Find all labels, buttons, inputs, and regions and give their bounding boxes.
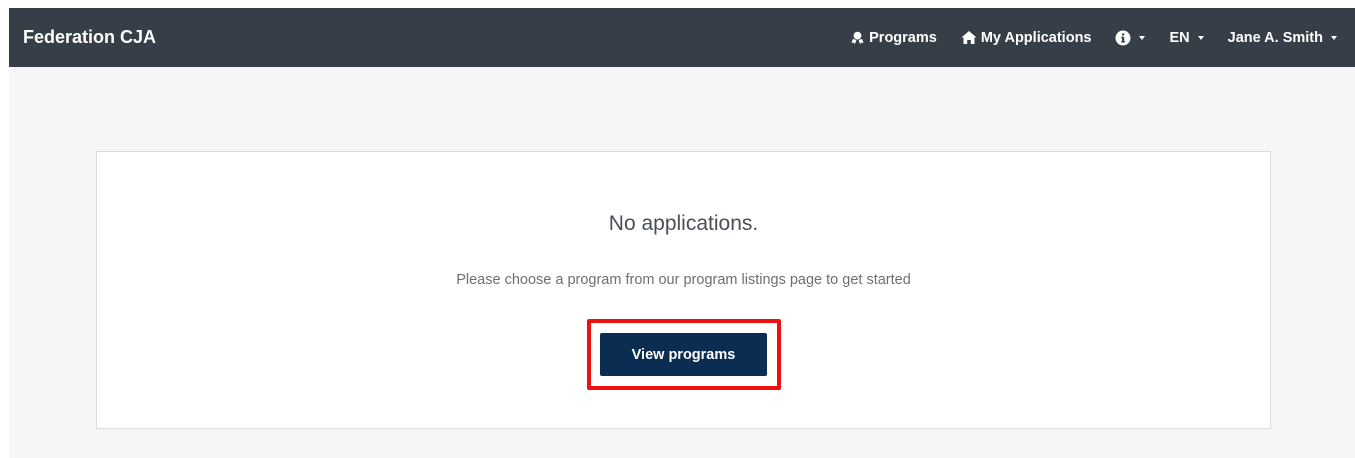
nav-info-dropdown[interactable] <box>1103 8 1157 67</box>
nav-language-dropdown[interactable]: EN <box>1157 8 1215 67</box>
award-icon <box>850 30 865 45</box>
user-name-label: Jane A. Smith <box>1227 29 1323 46</box>
nav-my-applications-label: My Applications <box>980 29 1092 46</box>
empty-state-title: No applications. <box>608 212 759 235</box>
nav-my-applications-link[interactable]: My Applications <box>949 8 1104 67</box>
empty-state-message: Please choose a program from our program… <box>456 272 911 288</box>
nav-programs-link[interactable]: Programs <box>838 8 949 67</box>
chevron-down-icon <box>1331 36 1337 40</box>
language-label: EN <box>1169 29 1190 46</box>
page-background: Federation CJA Programs My Applications … <box>9 8 1355 458</box>
nav-programs-label: Programs <box>869 29 937 46</box>
nav-menu: Programs My Applications EN Jane A. Smit… <box>838 8 1349 67</box>
brand-title[interactable]: Federation CJA <box>23 8 156 67</box>
info-circle-icon <box>1115 30 1131 46</box>
nav-user-dropdown[interactable]: Jane A. Smith <box>1216 8 1349 67</box>
top-navbar: Federation CJA Programs My Applications … <box>9 8 1355 67</box>
empty-state-card: No applications. Please choose a program… <box>96 151 1271 429</box>
home-icon <box>961 30 977 45</box>
view-programs-button[interactable]: View programs <box>600 333 767 376</box>
chevron-down-icon <box>1197 36 1204 40</box>
chevron-down-icon <box>1139 36 1146 40</box>
